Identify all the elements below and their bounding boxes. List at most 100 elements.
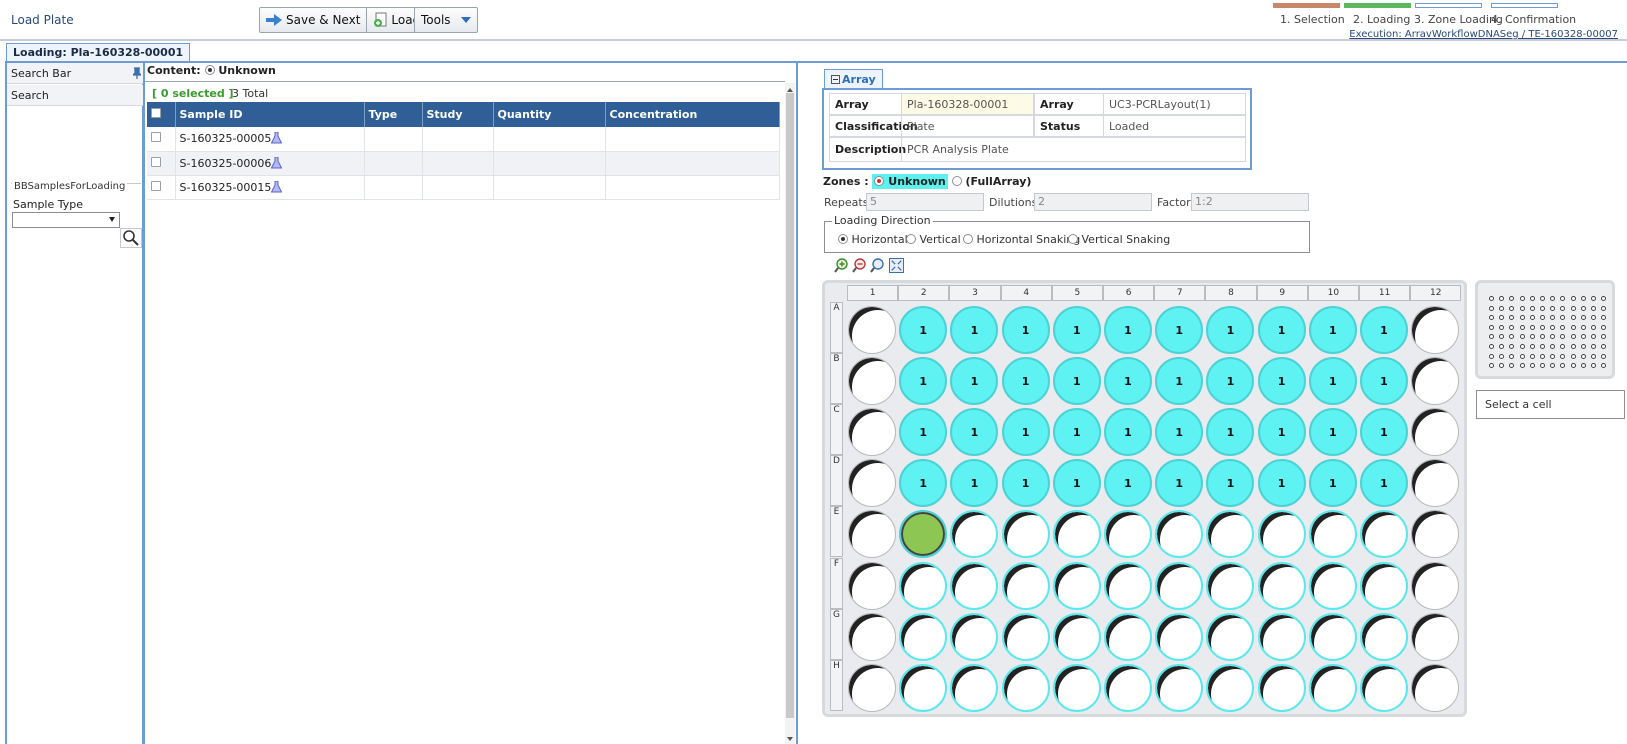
plate-well[interactable]: 1	[1001, 357, 1050, 406]
plate-column-header[interactable]: 4	[1000, 285, 1052, 301]
plate-column-header[interactable]: 11	[1359, 285, 1411, 301]
plate-column-header[interactable]: 8	[1205, 285, 1257, 301]
plate-well[interactable]: 1	[1308, 306, 1357, 354]
plate-well[interactable]	[1001, 612, 1050, 661]
zone-fullarray-radio[interactable]	[951, 176, 962, 186]
plate-well[interactable]	[950, 663, 999, 712]
plate-well[interactable]	[848, 561, 896, 610]
plate-well[interactable]	[1052, 510, 1101, 559]
plate-well[interactable]	[899, 612, 948, 661]
col-type[interactable]: Type	[364, 102, 423, 127]
plate-row-header[interactable]: G	[830, 608, 843, 660]
plate-well[interactable]: 1	[1308, 357, 1357, 406]
factor-input[interactable]: 1:2	[1191, 193, 1309, 211]
plate-well[interactable]	[1052, 612, 1101, 661]
plate-well[interactable]: 1	[1052, 357, 1101, 406]
plate-well[interactable]	[1257, 663, 1306, 712]
plate-well[interactable]	[1308, 561, 1357, 610]
plate-well[interactable]: 1	[1257, 408, 1306, 457]
plate-column-header[interactable]: 2	[898, 285, 950, 301]
description-input[interactable]: PCR Analysis Plate	[901, 137, 1246, 162]
col-sample-id[interactable]: Sample ID	[175, 102, 365, 127]
plate-well[interactable]	[848, 612, 896, 661]
col-quantity[interactable]: Quantity	[493, 102, 606, 127]
plate-column-header[interactable]: 7	[1154, 285, 1206, 301]
plate-column-header[interactable]: 9	[1256, 285, 1308, 301]
direction-horizontal[interactable]: Horizontal	[838, 233, 908, 246]
plate-well[interactable]	[1104, 561, 1152, 610]
plate-well[interactable]: 1	[1001, 459, 1050, 508]
direction-vertical[interactable]: Vertical	[906, 233, 961, 246]
tab-loading[interactable]: Loading: Pla-160328-00001	[6, 43, 191, 62]
plate-well[interactable]	[1360, 612, 1408, 661]
plate-well[interactable]	[1155, 612, 1204, 661]
plate-well[interactable]	[1411, 561, 1460, 610]
save-next-button[interactable]: Save & Next	[260, 8, 366, 32]
plate-well[interactable]: 1	[1155, 306, 1204, 354]
plate-column-header[interactable]: 1	[847, 285, 899, 301]
table-row[interactable]: S-160325-00015	[147, 175, 780, 200]
plate-well[interactable]	[1001, 663, 1050, 712]
plate-column-header[interactable]: 10	[1307, 285, 1359, 301]
sample-type-select[interactable]	[12, 212, 120, 228]
plate-well[interactable]: 1	[1001, 408, 1050, 457]
plate-well[interactable]	[1155, 663, 1204, 712]
step-zone-loading[interactable]: 3. Zone Loading	[1414, 13, 1503, 26]
plate-well[interactable]	[950, 612, 999, 661]
direction-horizontal-radio[interactable]	[838, 234, 848, 244]
content-radio[interactable]	[204, 65, 215, 75]
plate-well[interactable]	[1052, 561, 1101, 610]
plate-row-header[interactable]: B	[830, 353, 843, 405]
plate-well[interactable]	[1411, 612, 1460, 661]
direction-horizontal-snaking[interactable]: Horizontal Snaking	[963, 233, 1080, 246]
plate-well[interactable]: 1	[1104, 408, 1152, 457]
plate-well[interactable]: 1	[1104, 306, 1152, 354]
plate-well[interactable]: 1	[1155, 357, 1204, 406]
tools-menu[interactable]: Tools	[414, 7, 478, 33]
plate-well[interactable]: 1	[1308, 408, 1357, 457]
plate-well[interactable]	[1206, 663, 1255, 712]
plate-well[interactable]	[950, 561, 999, 610]
zoom-reset-icon[interactable]	[870, 258, 885, 273]
table-row[interactable]: S-160325-00006	[147, 151, 780, 176]
direction-vertical-radio[interactable]	[906, 234, 916, 244]
plate-well[interactable]: 1	[1052, 306, 1101, 354]
scrollbar-thumb[interactable]	[786, 93, 794, 718]
plate-row-header[interactable]: H	[830, 659, 843, 711]
plate-well[interactable]: 1	[1257, 306, 1306, 354]
search-bar-header[interactable]: Search Bar	[7, 63, 143, 84]
plate-well[interactable]	[1052, 663, 1101, 712]
plate-column-header[interactable]: 6	[1103, 285, 1155, 301]
step-selection[interactable]: 1. Selection	[1280, 13, 1345, 26]
plate-well[interactable]	[1360, 663, 1408, 712]
plate-well[interactable]: 1	[1104, 357, 1152, 406]
plate-well[interactable]	[1411, 357, 1460, 406]
row-checkbox[interactable]	[151, 156, 161, 167]
plate-row-header[interactable]: E	[830, 506, 843, 558]
plate-well[interactable]	[1411, 663, 1460, 712]
plate-well[interactable]: 1	[1360, 357, 1408, 406]
search-button[interactable]	[120, 228, 142, 248]
col-concentration[interactable]: Concentration	[605, 102, 780, 127]
plate-well[interactable]	[1001, 510, 1050, 559]
plate-well[interactable]: 1	[899, 306, 948, 354]
step-confirmation[interactable]: 4. Confirmation	[1491, 13, 1576, 26]
plate-row-header[interactable]: D	[830, 455, 843, 507]
plate-well[interactable]	[1308, 612, 1357, 661]
plate-well[interactable]: 1	[1360, 306, 1408, 354]
col-study[interactable]: Study	[422, 102, 494, 127]
plate-row-header[interactable]: C	[830, 404, 843, 456]
plate-well[interactable]	[1257, 561, 1306, 610]
plate-well[interactable]	[1206, 561, 1255, 610]
step-loading[interactable]: 2. Loading	[1353, 13, 1410, 26]
scroll-down-icon[interactable]	[787, 737, 793, 741]
plate-well[interactable]	[1360, 561, 1408, 610]
plate-well[interactable]: 1	[1052, 459, 1101, 508]
plate-well[interactable]: 1	[1257, 459, 1306, 508]
plate-well[interactable]	[1104, 612, 1152, 661]
plate-well[interactable]	[899, 561, 948, 610]
direction-vertical-snaking-radio[interactable]	[1068, 234, 1078, 244]
plate-well[interactable]: 1	[1360, 408, 1408, 457]
row-checkbox[interactable]	[151, 132, 161, 143]
plate-well[interactable]: 1	[1308, 459, 1357, 508]
